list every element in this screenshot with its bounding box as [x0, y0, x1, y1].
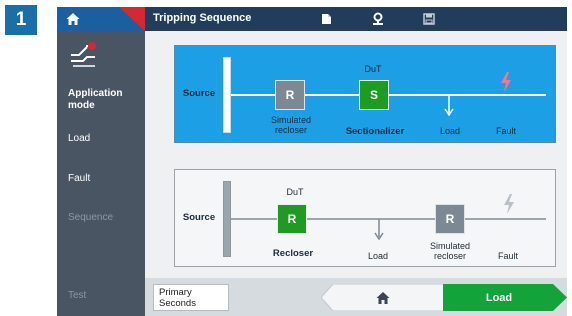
source-label: Source	[182, 212, 216, 223]
sidebar-item-sequence: Sequence	[68, 212, 114, 223]
application-mode-icon	[71, 42, 96, 67]
recloser-option-panel[interactable]: Source DuT R Recloser Load R Simulated r…	[174, 169, 556, 267]
lightning-fault-icon	[501, 72, 511, 92]
device-screen: Tripping Sequence Application mode Load …	[57, 7, 567, 316]
save-icon[interactable]	[422, 12, 436, 26]
source-label: Source	[182, 88, 216, 99]
sidebar-item-load[interactable]: Load	[68, 133, 90, 145]
simulated-recloser-label: Simulated recloser	[270, 115, 312, 135]
units-line-1: Primary	[159, 287, 192, 298]
simulated-recloser-label: Simulated recloser	[429, 241, 471, 261]
load-label: Load	[439, 126, 461, 136]
load-arrow-icon	[444, 95, 454, 117]
source-busbar	[223, 57, 231, 133]
back-home-button[interactable]	[321, 284, 445, 311]
next-load-button[interactable]: Load	[443, 284, 567, 311]
units-toggle-button[interactable]: Primary Seconds	[153, 284, 229, 311]
pin-icon[interactable]	[371, 12, 385, 26]
folder-icon[interactable]	[320, 12, 334, 26]
recloser-name: Recloser	[272, 248, 314, 259]
next-button-label: Load	[485, 291, 513, 304]
lightning-fault-icon	[504, 194, 514, 214]
units-line-2: Seconds	[159, 298, 196, 309]
fault-label: Fault	[497, 251, 518, 261]
footer-bar: Primary Seconds Load	[145, 278, 567, 316]
sectionalizer-option-panel[interactable]: Source R Simulated recloser DuT S Sectio…	[174, 45, 556, 143]
home-icon	[376, 292, 390, 304]
load-label: Load	[367, 251, 389, 261]
red-accent-corner	[119, 7, 145, 31]
dut-label: DuT	[364, 64, 382, 74]
load-arrow-icon	[374, 219, 384, 241]
recloser-box: R	[277, 204, 307, 234]
sectionalizer-box: S	[359, 80, 389, 110]
step-number-badge: 1	[5, 5, 37, 35]
sidebar-item-test: Test	[68, 290, 87, 301]
sidebar: Application mode Load Fault Sequence Tes…	[57, 31, 145, 316]
simulated-recloser-box: R	[435, 204, 465, 234]
top-bar: Tripping Sequence	[57, 7, 567, 31]
fault-label: Fault	[495, 126, 516, 136]
home-icon	[66, 13, 80, 25]
page-title: Tripping Sequence	[153, 12, 252, 24]
sidebar-item-fault[interactable]: Fault	[68, 173, 90, 185]
sidebar-item-label: Application mode	[68, 88, 123, 111]
dut-label: DuT	[286, 187, 304, 197]
source-busbar	[223, 181, 231, 257]
simulated-recloser-box: R	[275, 80, 305, 110]
sectionalizer-name: Sectionalizer	[345, 126, 405, 137]
sidebar-item-application-mode[interactable]: Application mode	[68, 88, 130, 112]
